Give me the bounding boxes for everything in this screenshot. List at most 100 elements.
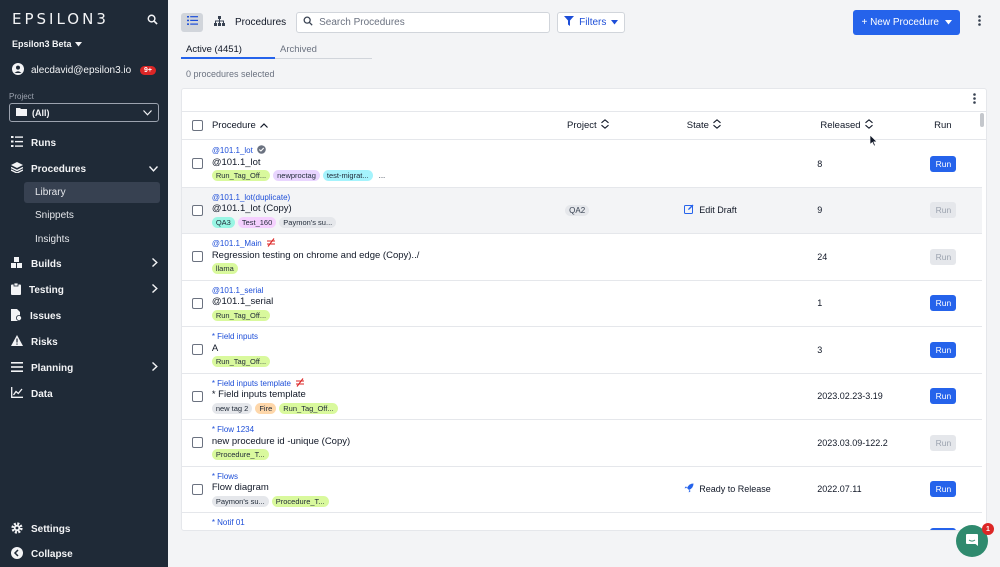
tag-badge[interactable]: Paymon's su...: [211, 495, 269, 507]
filters-button[interactable]: Filters: [557, 11, 626, 33]
procedure-id-link[interactable]: @101.1_serial: [212, 285, 565, 295]
run-button[interactable]: Run: [930, 434, 957, 451]
sidebar-item-library[interactable]: Library: [24, 182, 160, 203]
scrollbar[interactable]: [980, 113, 984, 127]
list-view-button[interactable]: [181, 12, 203, 32]
sidebar-item-runs[interactable]: Runs: [0, 130, 168, 156]
row-checkbox[interactable]: [192, 251, 204, 263]
row-checkbox[interactable]: [192, 297, 204, 309]
sidebar-item-procedures[interactable]: Procedures: [0, 156, 168, 182]
user-icon: [12, 62, 24, 78]
tag-badge[interactable]: Paymon's su...: [279, 216, 337, 228]
sidebar-nav: Runs Procedures Library Snippets Insight…: [0, 130, 168, 407]
tag-badge[interactable]: new tag 2: [211, 402, 253, 414]
row-checkbox[interactable]: [192, 390, 204, 402]
procedure-id: * Flow 1234: [211, 425, 255, 435]
sidebar-item-label: Collapse: [31, 549, 73, 560]
run-button[interactable]: Run: [930, 341, 957, 358]
tag-badge[interactable]: llama: [211, 263, 238, 275]
run-button[interactable]: Run: [930, 202, 957, 219]
more-tags[interactable]: ...: [376, 171, 386, 180]
sidebar-item-testing[interactable]: Testing: [0, 277, 168, 303]
procedure-id-link[interactable]: @101.1_Main: [212, 238, 565, 249]
procedure-id-link[interactable]: * Flow 1234: [212, 425, 565, 435]
table-row[interactable]: * Flow 1234 new procedure id -unique (Co…: [182, 420, 982, 467]
table-row[interactable]: * Notif 01 2023.02.03-3 Run: [182, 513, 982, 531]
tag-badge[interactable]: Run_Tag_Off...: [211, 170, 271, 182]
column-header-run: Run: [934, 120, 986, 131]
table-row[interactable]: @101.1_serial @101.1_serial Run_Tag_Off.…: [182, 281, 982, 327]
procedure-id-link[interactable]: @101.1_lot(duplicate): [212, 192, 565, 202]
procedure-id-link[interactable]: * Flows: [212, 471, 565, 481]
sidebar-item-builds[interactable]: Builds: [0, 251, 168, 277]
procedure-id-link[interactable]: * Field inputs template: [212, 377, 565, 388]
run-button[interactable]: Run: [930, 527, 957, 530]
procedure-id-link[interactable]: * Field inputs: [212, 332, 565, 342]
procedure-cell: @101.1_Main Regression testing on chrome…: [210, 238, 565, 275]
more-options-button[interactable]: [971, 12, 987, 32]
run-button[interactable]: Run: [930, 481, 957, 498]
tag-badge[interactable]: Procedure_T...: [211, 449, 269, 461]
runs-icon: [11, 136, 23, 150]
run-button[interactable]: Run: [930, 388, 957, 405]
tag-badge[interactable]: Procedure_T...: [271, 495, 329, 507]
sidebar-item-settings[interactable]: Settings: [0, 517, 168, 542]
table-row[interactable]: * Field inputs A Run_Tag_Off... 3 Run: [182, 327, 982, 374]
tag-badge[interactable]: Run_Tag_Off...: [211, 356, 271, 368]
table-row[interactable]: @101.1_Main Regression testing on chrome…: [182, 234, 982, 281]
row-checkbox[interactable]: [192, 204, 204, 216]
project-select[interactable]: (All): [9, 103, 159, 122]
row-checkbox[interactable]: [192, 344, 204, 356]
breadcrumb[interactable]: Procedures: [235, 17, 286, 28]
tab-active[interactable]: Active (4451): [181, 44, 275, 59]
notification-badge[interactable]: 9+: [140, 65, 156, 75]
run-cell: Run: [930, 434, 982, 451]
row-checkbox[interactable]: [192, 530, 203, 531]
sidebar-item-collapse[interactable]: Collapse: [0, 542, 168, 567]
sidebar-item-insights[interactable]: Insights: [0, 227, 168, 251]
run-button[interactable]: Run: [930, 155, 957, 172]
table-row[interactable]: @101.1_lot @101.1_lot Run_Tag_Off... newp…: [182, 141, 982, 188]
sidebar-item-issues[interactable]: Issues: [0, 303, 168, 329]
column-header-state[interactable]: State: [687, 119, 821, 132]
edit-icon: [684, 204, 694, 216]
run-button[interactable]: Run: [930, 295, 957, 312]
org-switcher[interactable]: Epsilon3 Beta: [0, 38, 168, 50]
row-checkbox[interactable]: [192, 437, 204, 449]
tag-badge[interactable]: newproctag: [273, 170, 320, 182]
project-pill[interactable]: QA2: [565, 204, 590, 216]
sidebar-item-risks[interactable]: Risks: [0, 329, 168, 355]
search-input[interactable]: [319, 16, 544, 28]
tab-archived[interactable]: Archived: [275, 44, 322, 59]
column-header-procedure[interactable]: Procedure: [210, 120, 567, 131]
table-options-kebab-icon[interactable]: [973, 93, 976, 107]
tag-badge[interactable]: Run_Tag_Off...: [211, 309, 271, 321]
tag-badge[interactable]: Fire: [255, 402, 277, 414]
table-row[interactable]: * Flows Flow diagram Paymon's su... Proce…: [182, 467, 982, 513]
tag-badge[interactable]: Run_Tag_Off...: [279, 402, 338, 414]
sidebar-item-data[interactable]: Data: [0, 381, 168, 407]
row-checkbox[interactable]: [192, 483, 204, 495]
sidebar-item-planning[interactable]: Planning: [0, 355, 168, 381]
procedure-id-link[interactable]: * Notif 01: [212, 518, 565, 528]
procedure-id-link[interactable]: @101.1_lot: [212, 145, 565, 156]
new-procedure-button[interactable]: + New Procedure: [853, 9, 960, 35]
tag-badge[interactable]: Test_160: [237, 216, 277, 228]
table-row[interactable]: * Field inputs template * Field inputs t…: [182, 374, 982, 420]
tag-list: Paymon's su... Procedure_T...: [211, 495, 565, 507]
tag-badge[interactable]: QA3: [211, 216, 235, 228]
column-header-released[interactable]: Released: [820, 119, 934, 132]
row-select-cell: [182, 297, 210, 309]
row-select-cell: [182, 530, 210, 531]
user-menu[interactable]: alecdavid@epsilon3.io 9+: [0, 56, 168, 84]
search-icon[interactable]: [147, 14, 158, 25]
tag-badge[interactable]: test-migrat...: [322, 170, 373, 182]
column-header-project[interactable]: Project: [567, 119, 687, 132]
run-button[interactable]: Run: [930, 248, 957, 265]
sidebar-item-snippets[interactable]: Snippets: [0, 203, 168, 227]
table-row[interactable]: @101.1_lot(duplicate) @101.1_lot (Copy) …: [182, 187, 982, 234]
tree-view-button[interactable]: [210, 13, 228, 32]
sidebar-item-label: Data: [31, 388, 53, 400]
row-checkbox[interactable]: [192, 158, 204, 170]
select-all-checkbox[interactable]: [192, 120, 204, 131]
